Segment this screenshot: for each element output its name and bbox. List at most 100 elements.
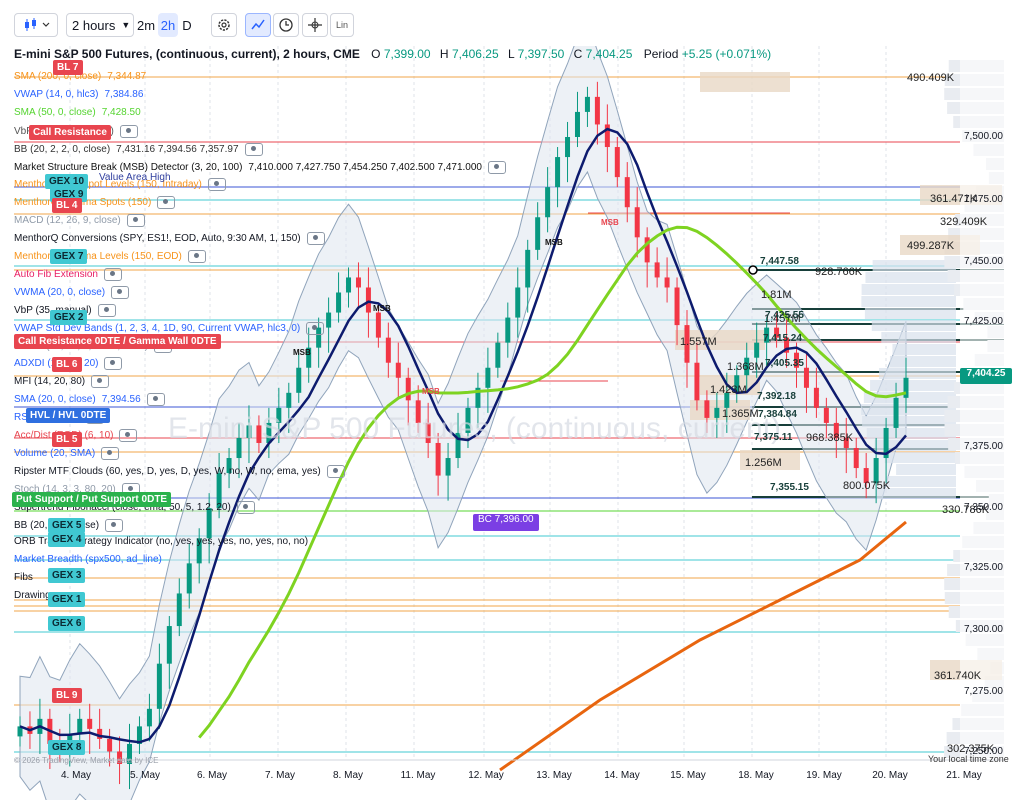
candle-body [445, 458, 451, 476]
time-axis-tick: 19. May [806, 770, 842, 781]
indicator-row[interactable]: SMA (20, 0, close) 7,394.56 [14, 393, 165, 407]
value-area-high-label: Value Area High [99, 172, 171, 183]
candle-body [505, 317, 511, 343]
settings-button[interactable] [211, 13, 237, 37]
indicator-value: 7,431.16 7,394.56 7,357.97 [116, 143, 239, 155]
indicator-value: 7,410.000 7,427.750 7,454.250 7,402.500 … [248, 161, 482, 173]
eye-icon[interactable] [105, 518, 124, 532]
symbol-watermark: E-mini S&P 500 Futures, (continuous, cur… [168, 412, 782, 445]
pivot-level-label: 7,355.15 [770, 482, 809, 493]
level-tag[interactable]: BL 6 [52, 357, 82, 372]
eye-icon[interactable] [326, 464, 345, 478]
indicator-row[interactable]: MenthorQ Gamma Spots (150) [14, 196, 176, 210]
eye-icon[interactable] [146, 393, 165, 407]
candle-body [654, 262, 660, 278]
candle-body [495, 342, 501, 368]
indicator-row[interactable]: MenthorQ Gamma Levels (150, EOD) [14, 250, 206, 263]
level-tag[interactable]: GEX 1 [48, 592, 86, 607]
eye-icon[interactable] [207, 178, 226, 192]
candle-body [694, 362, 700, 401]
level-tag[interactable]: GEX 4 [48, 532, 86, 547]
eye-icon[interactable] [103, 267, 122, 281]
interval-d-button[interactable]: D [180, 13, 194, 37]
eye-icon[interactable] [119, 429, 138, 442]
interval-select[interactable]: 2 hours ▼ [66, 13, 134, 37]
eye-icon[interactable] [306, 321, 325, 335]
time-axis-tick: 6. May [196, 770, 228, 781]
candle-body [674, 287, 680, 326]
indicator-row[interactable]: Market Structure Break (MSB) Detector (3… [14, 160, 506, 174]
level-tag[interactable]: BL 9 [52, 688, 82, 703]
eye-icon[interactable] [244, 142, 263, 156]
indicator-row[interactable]: Fibs [14, 572, 33, 583]
eye-icon[interactable] [91, 375, 110, 389]
chart-type-button[interactable] [14, 13, 58, 37]
eye-icon[interactable] [111, 285, 130, 299]
level-tag[interactable]: GEX 8 [48, 740, 86, 755]
eye-icon[interactable] [97, 303, 116, 317]
eye-icon[interactable] [236, 500, 255, 514]
pivot-level-label: 7,425.55 [765, 310, 804, 321]
level-tag[interactable]: Call Resistance [29, 125, 111, 140]
indicator-row[interactable]: MACD (12, 26, 9, close) [14, 214, 145, 228]
indicator-row[interactable]: Auto Fib Extension [14, 267, 122, 281]
indicator-row[interactable]: Market Breadth (spx500, ad_line) [14, 554, 162, 565]
candle-body [405, 377, 411, 401]
interval-2h-button[interactable]: 2h [158, 13, 178, 37]
eye-icon[interactable] [104, 357, 123, 371]
log-linear-toggle[interactable]: Lin [330, 13, 354, 37]
volume-profile-bar [871, 320, 956, 331]
level-tag[interactable]: GEX 5 [48, 518, 86, 533]
indicator-name: BB (20, 2, 2, 0, close) [14, 143, 111, 155]
eye-icon[interactable] [487, 160, 506, 174]
pivot-level-label: 7,375.11 [754, 432, 793, 443]
volume-profile-bar [870, 380, 956, 391]
level-tag[interactable]: GEX 6 [48, 616, 86, 631]
level-tag[interactable]: GEX 7 [50, 249, 88, 264]
anchor-point[interactable] [748, 265, 758, 275]
level-tag[interactable]: Put Support / Put Support 0DTE [12, 492, 172, 507]
indicator-name: VWAP (14, 0, hlc3) [14, 88, 99, 100]
level-tag[interactable]: GEX 10 [45, 174, 89, 189]
level-tag[interactable]: GEX 3 [48, 568, 86, 583]
price-axis-tick: 7,350.00 [964, 502, 1003, 513]
level-tag[interactable]: BL 7 [53, 60, 83, 75]
eye-icon[interactable] [119, 124, 138, 138]
level-tag[interactable]: HVL / HVL 0DTE [26, 408, 111, 423]
interval-2m-button[interactable]: 2m [135, 13, 157, 37]
time-axis-tick: 14. May [604, 770, 640, 781]
bc-marker[interactable]: BC 7,396.00 [473, 514, 539, 531]
candle-body [166, 626, 172, 664]
level-tag[interactable]: BL 4 [52, 198, 82, 213]
indicator-toggle-button[interactable] [245, 13, 271, 37]
indicator-row[interactable]: BB (20, 2, 2, 0, close) 7,431.16 7,394.56… [14, 142, 263, 156]
indicator-row[interactable]: Volume (20, SMA) [14, 446, 120, 460]
indicator-value: 7,344.87 [107, 71, 147, 82]
eye-icon[interactable] [157, 196, 176, 210]
replay-button[interactable] [273, 13, 299, 37]
indicator-row[interactable]: VWAP (14, 0, hlc3) 7,384.86 [14, 89, 143, 100]
eye-icon[interactable] [101, 446, 120, 460]
volume-profile-bar [861, 296, 956, 307]
indicator-row[interactable]: MFI (14, 20, 80) [14, 375, 110, 389]
indicator-row[interactable]: SMA (50, 0, close) 7,428.50 [14, 107, 141, 118]
eye-icon[interactable] [126, 214, 145, 228]
volume-profile-bar [872, 260, 956, 271]
indicator-row[interactable]: Ripster MTF Clouds (60, yes, D, yes, D, … [14, 464, 345, 478]
level-tag[interactable]: Call Resistance 0DTE / Gamma Wall 0DTE [14, 334, 221, 349]
pivot-level-label: 7,405.35 [765, 358, 804, 369]
level-tag[interactable]: BL 5 [52, 432, 82, 447]
indicator-name: MFI (14, 20, 80) [14, 376, 86, 388]
indicator-row[interactable]: VWMA (20, 0, close) [14, 285, 130, 299]
candle-body [485, 367, 491, 388]
indicator-value: 7,384.86 [104, 88, 144, 100]
volume-profile-bar [884, 452, 956, 463]
crosshair-button[interactable] [302, 13, 328, 37]
indicator-row[interactable]: MenthorQ Conversions (SPY, ES1!, EOD, Au… [14, 232, 325, 246]
level-tag[interactable]: GEX 2 [50, 310, 88, 325]
candle-body [346, 277, 352, 293]
candle-body [515, 287, 521, 318]
eye-icon[interactable] [187, 250, 206, 263]
eye-icon[interactable] [306, 232, 325, 246]
volume-profile-label: 1.256M [745, 457, 782, 469]
